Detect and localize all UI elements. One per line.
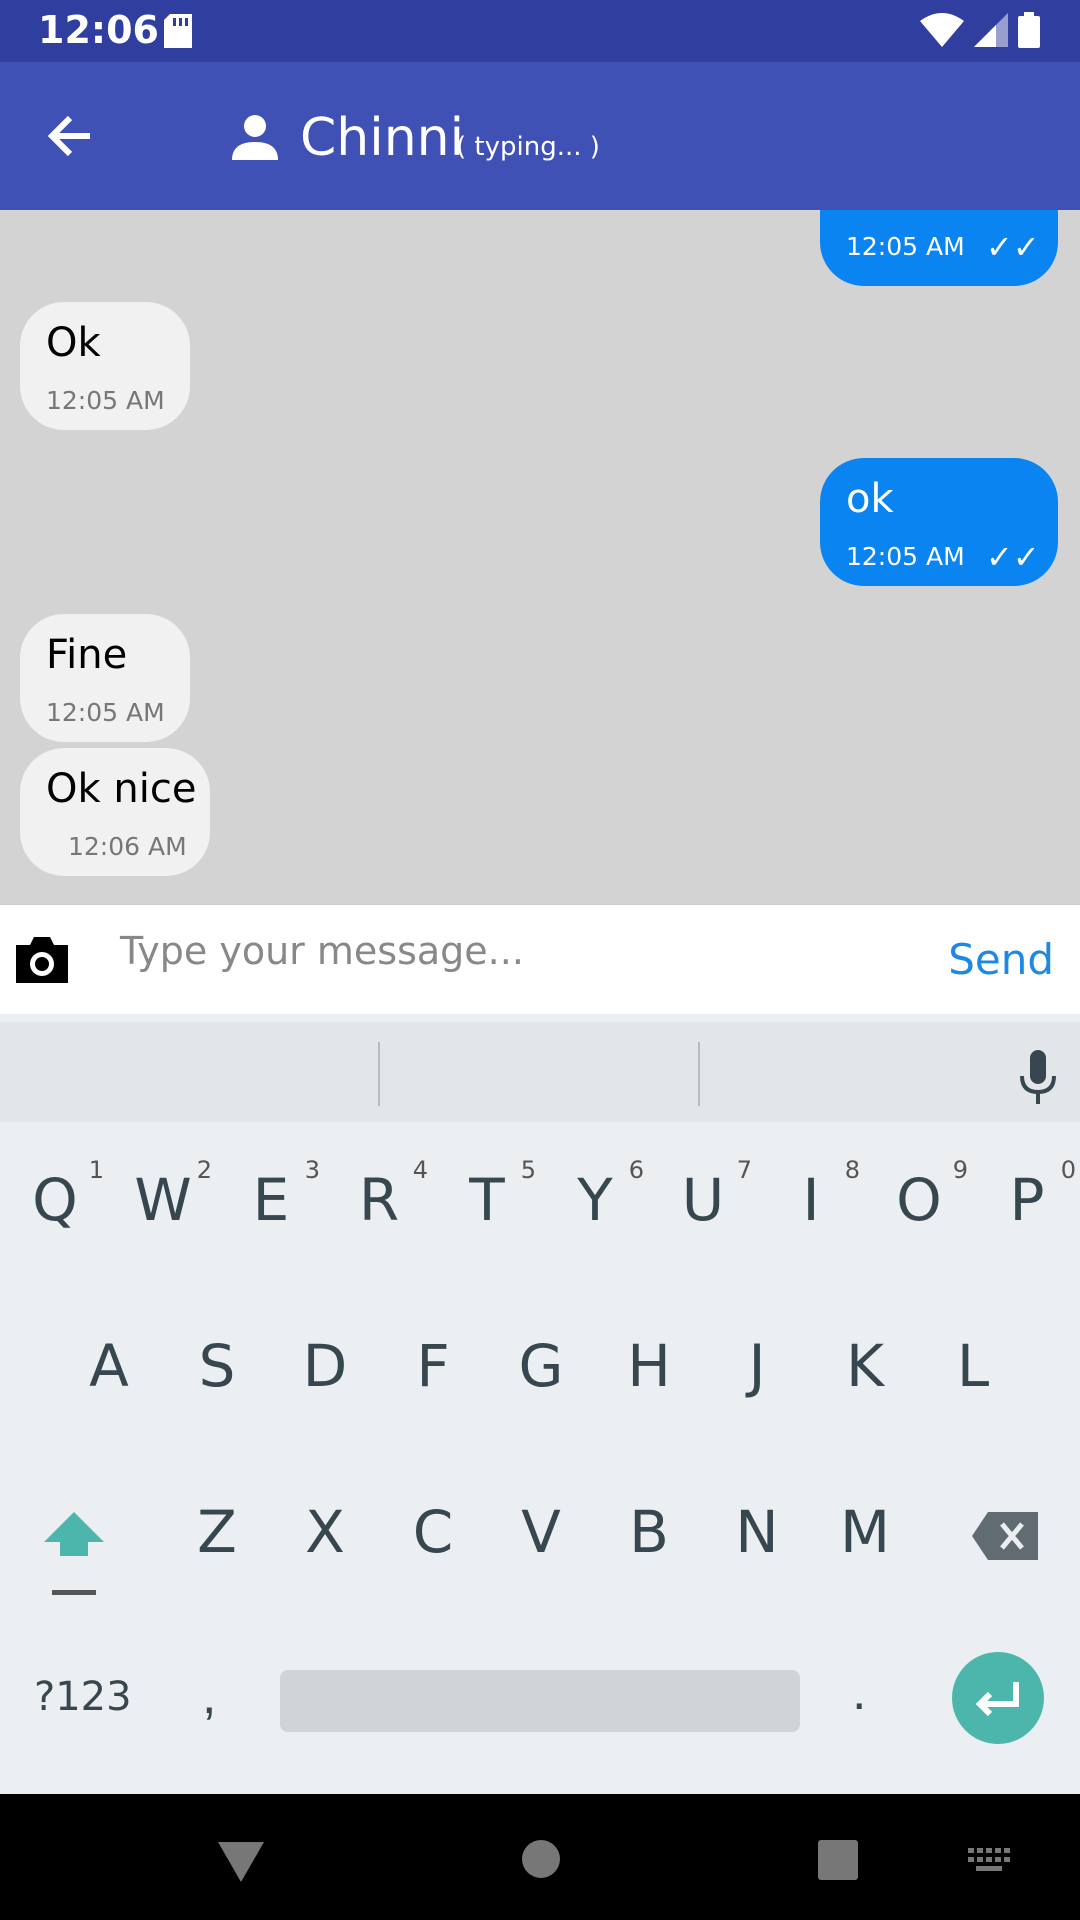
camera-icon[interactable] (12, 935, 72, 990)
message-text: ok (846, 476, 894, 522)
read-receipt-icon: ✓✓ (986, 539, 1040, 575)
message-time: 12:05 AM (846, 542, 965, 571)
battery-icon (1018, 12, 1040, 53)
message-time: 12:06 AM (68, 832, 187, 861)
nav-recents-icon[interactable] (818, 1840, 858, 1885)
key-g[interactable]: G (496, 1332, 586, 1400)
key-l[interactable]: L (928, 1332, 1018, 1400)
key-i[interactable]: I8 (766, 1156, 860, 1234)
message-bubble-outgoing[interactable]: ok 12:05 AM ✓✓ (820, 458, 1058, 586)
message-bubble-incoming[interactable]: Ok nice 12:06 AM (20, 748, 210, 876)
sd-card-icon (164, 14, 192, 53)
message-time: 12:05 AM (46, 386, 165, 415)
message-bubble-outgoing[interactable]: 12:05 AM ✓✓ (820, 210, 1058, 286)
message-composer: Type your message... Send (0, 904, 1080, 1015)
divider (698, 1042, 700, 1106)
nav-back-icon[interactable] (218, 1842, 264, 1887)
keyboard-switch-icon[interactable] (968, 1848, 1010, 1877)
key-v[interactable]: V (496, 1498, 586, 1566)
space-bar[interactable] (280, 1670, 800, 1732)
key-c[interactable]: C (388, 1498, 478, 1566)
arrow-back-icon[interactable] (46, 114, 94, 163)
key-t[interactable]: T5 (442, 1156, 536, 1234)
person-icon (232, 114, 278, 165)
key-p[interactable]: P0 (982, 1156, 1077, 1234)
nav-home-icon[interactable] (522, 1840, 560, 1883)
key-w[interactable]: W2 (118, 1156, 212, 1234)
send-button[interactable]: Send (948, 935, 1054, 984)
message-time: 12:05 AM (846, 232, 965, 261)
key-y[interactable]: Y6 (550, 1156, 644, 1234)
status-time: 12:06 (38, 8, 159, 52)
signal-icon (974, 13, 1008, 52)
key-r[interactable]: R4 (334, 1156, 428, 1234)
key-o[interactable]: O9 (874, 1156, 968, 1234)
key-x[interactable]: X (280, 1498, 370, 1566)
key-b[interactable]: B (604, 1498, 694, 1566)
keyboard: Q1 W2 E3 R4 T5 Y6 U7 I8 O9 P0 A S D F G … (0, 1014, 1080, 1794)
key-h[interactable]: H (604, 1332, 694, 1400)
symbols-key[interactable]: ?123 (34, 1674, 132, 1720)
key-j[interactable]: J (712, 1332, 802, 1400)
period-key[interactable]: . (852, 1662, 866, 1722)
read-receipt-icon: ✓✓ (986, 229, 1040, 265)
message-bubble-incoming[interactable]: Ok 12:05 AM (20, 302, 190, 430)
key-m[interactable]: M (820, 1498, 910, 1566)
key-a[interactable]: A (64, 1332, 154, 1400)
key-u[interactable]: U7 (658, 1156, 752, 1234)
message-time: 12:05 AM (46, 698, 165, 727)
wifi-icon (920, 13, 964, 52)
key-z[interactable]: Z (172, 1498, 262, 1566)
shift-icon[interactable] (42, 1508, 106, 1603)
message-text: Ok (46, 320, 101, 366)
navigation-bar (0, 1794, 1080, 1920)
key-f[interactable]: F (388, 1332, 478, 1400)
key-s[interactable]: S (172, 1332, 262, 1400)
mic-icon[interactable] (1018, 1050, 1058, 1109)
comma-key[interactable]: , (202, 1666, 216, 1726)
message-text: Ok nice (46, 766, 197, 812)
message-list[interactable]: 12:05 AM ✓✓ Ok 12:05 AM ok 12:05 AM ✓✓ F… (0, 210, 1080, 904)
message-text: Fine (46, 632, 128, 678)
contact-name[interactable]: Chinni (300, 108, 464, 168)
app-bar: Chinni ( typing... ) (0, 62, 1080, 210)
key-d[interactable]: D (280, 1332, 370, 1400)
message-input[interactable]: Type your message... (120, 929, 524, 973)
enter-icon[interactable] (952, 1652, 1044, 1744)
suggestion-strip (0, 1022, 1080, 1122)
status-bar: 12:06 (0, 0, 1080, 62)
message-bubble-incoming[interactable]: Fine 12:05 AM (20, 614, 190, 742)
key-n[interactable]: N (712, 1498, 802, 1566)
key-k[interactable]: K (820, 1332, 910, 1400)
typing-status: ( typing... ) (456, 132, 600, 162)
key-e[interactable]: E3 (226, 1156, 320, 1234)
key-q[interactable]: Q1 (10, 1156, 104, 1234)
divider (378, 1042, 380, 1106)
backspace-icon[interactable] (972, 1512, 1038, 1565)
